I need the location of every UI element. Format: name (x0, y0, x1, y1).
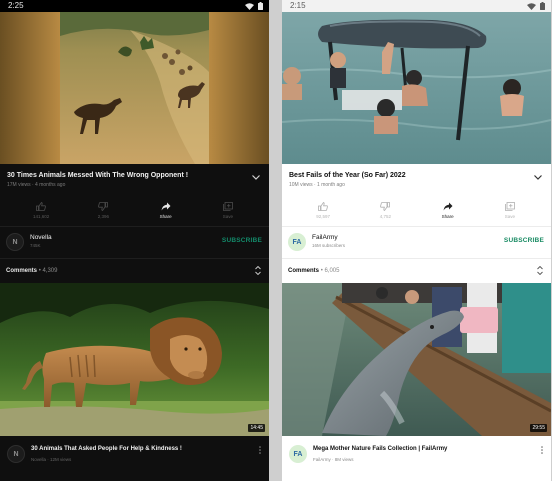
expand-collapse-icon[interactable] (255, 266, 261, 275)
next-video-info[interactable]: FA Mega Mother Nature Fails Collection |… (282, 436, 551, 481)
status-bar: 2:25 (0, 0, 269, 12)
subscribe-button[interactable]: SUBSCRIBE (222, 237, 262, 244)
battery-icon (258, 2, 263, 10)
save-label: Save (222, 213, 233, 219)
like-button[interactable]: 92,597 (306, 196, 340, 224)
thumbnail-emaciated-lion (0, 283, 269, 436)
next-video-title: 30 Animals That Asked People For Help & … (31, 446, 182, 452)
thumbs-down-icon (380, 201, 391, 211)
next-video-channel-avatar[interactable]: N (7, 445, 25, 463)
channel-name[interactable]: FailArmy (312, 234, 338, 241)
share-button[interactable]: Share (431, 196, 465, 224)
share-label: Share (441, 213, 454, 219)
comments-section[interactable]: Comments • 6,005 (282, 258, 551, 282)
channel-subscriber-count: 745K (30, 243, 41, 248)
video-info[interactable]: Best Fails of the Year (So Far) 2022 10M… (282, 164, 551, 196)
video-meta: 10M views · 1 month ago (289, 182, 345, 188)
video-title: Best Fails of the Year (So Far) 2022 (289, 172, 406, 179)
channel-avatar[interactable]: N (6, 233, 24, 251)
next-video-thumbnail[interactable]: 29:55 (282, 283, 551, 436)
like-count: 141,602 (32, 213, 50, 219)
like-count: 92,597 (316, 213, 330, 219)
next-video-thumbnail[interactable]: 14:45 (0, 283, 269, 436)
wifi-icon (527, 2, 536, 10)
channel-row[interactable]: FA FailArmy 16M subscribers SUBSCRIBE (282, 226, 551, 256)
share-button[interactable]: Share (149, 196, 183, 224)
wifi-icon (245, 2, 254, 10)
dislike-count: 2,396 (97, 213, 109, 219)
channel-subscriber-count: 16M subscribers (312, 243, 346, 248)
comments-label: Comments (6, 268, 38, 274)
next-video-title: Mega Mother Nature Fails Collection | Fa… (313, 446, 448, 452)
save-button[interactable]: Save (211, 196, 245, 224)
dislike-button[interactable]: 2,396 (86, 196, 120, 224)
video-duration-badge: 29:55 (530, 424, 547, 432)
thumbs-down-icon (98, 201, 109, 211)
chevron-down-icon[interactable] (252, 175, 260, 180)
channel-avatar[interactable]: FA (288, 233, 306, 251)
dislike-button[interactable]: 4,752 (368, 196, 402, 224)
battery-icon (540, 2, 545, 10)
save-label: Save (504, 213, 515, 219)
next-video-meta: Novella · 12M views (31, 457, 72, 462)
chevron-down-icon[interactable] (534, 175, 542, 180)
thumbs-up-icon (318, 201, 328, 211)
video-title: 30 Times Animals Messed With The Wrong O… (7, 172, 189, 179)
status-time: 2:15 (290, 1, 306, 10)
avatar-initial: N (12, 238, 18, 246)
video-frame-golfcart-in-water (282, 12, 551, 164)
dislike-count: 4,752 (379, 213, 391, 219)
left-phone-screen: 2:25 30 Times Animals Messed With The Wr… (0, 0, 269, 481)
video-frame-antelope-savanna (0, 12, 269, 164)
video-info[interactable]: 30 Times Animals Messed With The Wrong O… (0, 164, 269, 196)
right-phone-screen: 2:15 Best Fails of the Year (So Far) 202… (282, 0, 551, 481)
thumbnail-dolphin-pier (282, 283, 551, 436)
subscribe-button[interactable]: SUBSCRIBE (504, 237, 544, 244)
thumbs-up-icon (36, 201, 46, 211)
comments-count: • 6,005 (320, 268, 340, 274)
share-icon (161, 202, 171, 210)
action-bar: 141,602 2,396 Share Save (0, 196, 269, 224)
expand-collapse-icon[interactable] (537, 266, 543, 275)
channel-row[interactable]: N Novella 745K SUBSCRIBE (0, 226, 269, 256)
next-video-meta: FailArmy · 8M views (313, 457, 354, 462)
status-bar: 2:15 (282, 0, 551, 12)
video-player[interactable] (282, 12, 551, 164)
avatar-initial: FA (293, 450, 303, 458)
like-button[interactable]: 141,602 (24, 196, 58, 224)
comments-label: Comments (288, 268, 320, 274)
next-video-channel-avatar[interactable]: FA (289, 445, 307, 463)
status-time: 2:25 (8, 1, 24, 10)
comments-count: • 4,309 (38, 268, 58, 274)
video-player[interactable] (0, 12, 269, 164)
video-duration-badge: 14:45 (248, 424, 265, 432)
more-vert-icon[interactable] (259, 446, 261, 454)
avatar-initial: N (13, 450, 19, 458)
next-video-info[interactable]: N 30 Animals That Asked People For Help … (0, 436, 269, 481)
save-button[interactable]: Save (493, 196, 527, 224)
action-bar: 92,597 4,752 Share Save (282, 196, 551, 224)
channel-name[interactable]: Novella (30, 234, 52, 241)
screenshot-stage: 2:25 30 Times Animals Messed With The Wr… (0, 0, 552, 481)
more-vert-icon[interactable] (541, 446, 543, 454)
avatar-initial: FA (292, 238, 302, 246)
save-icon (504, 201, 515, 211)
comments-section[interactable]: Comments • 4,309 (0, 258, 269, 282)
save-icon (222, 201, 233, 211)
video-meta: 17M views · 4 months ago (7, 182, 66, 188)
share-icon (443, 202, 453, 210)
share-label: Share (159, 213, 172, 219)
